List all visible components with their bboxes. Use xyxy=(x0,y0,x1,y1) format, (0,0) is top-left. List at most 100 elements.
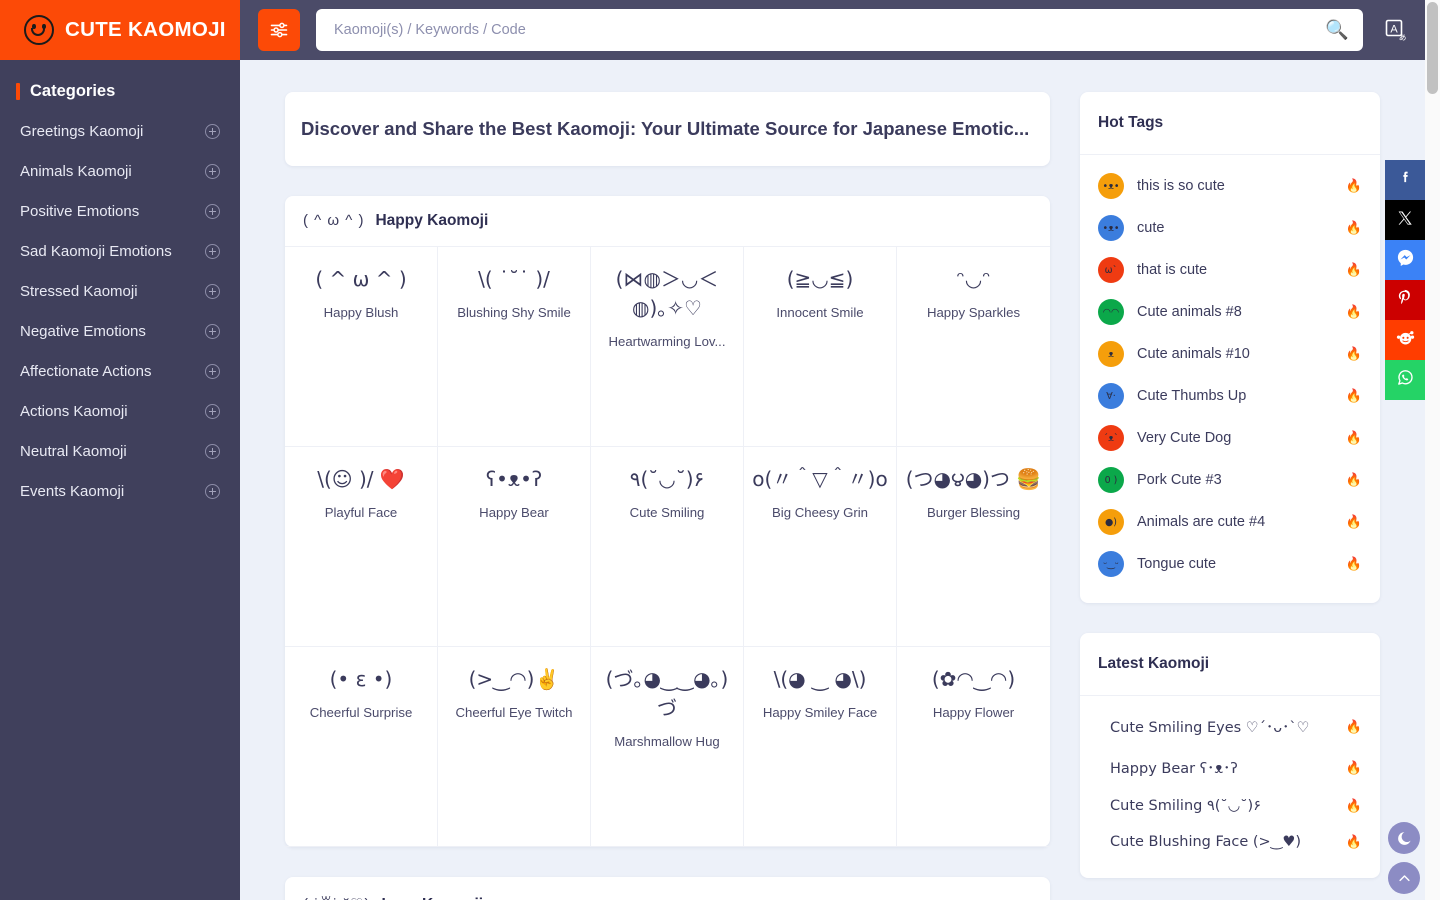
sidebar-item-events-kaomoji[interactable]: Events Kaomoji xyxy=(0,471,240,511)
sidebar-item-neutral-kaomoji[interactable]: Neutral Kaomoji xyxy=(0,431,240,471)
kaomoji-face: ( ^ ω ^ ) xyxy=(315,267,407,292)
share-x-twitter-button[interactable] xyxy=(1385,200,1425,240)
hot-tag-item[interactable]: ´ᴥ` Very Cute Dog 🔥 xyxy=(1080,417,1380,459)
social-share-rail xyxy=(1385,160,1425,400)
hot-tag-item[interactable]: 0 ) Pork Cute #3 🔥 xyxy=(1080,459,1380,501)
plus-circle-icon[interactable] xyxy=(205,163,220,179)
plus-circle-icon[interactable] xyxy=(205,403,220,419)
sidebar-item-negative-emotions[interactable]: Negative Emotions xyxy=(0,311,240,351)
fire-emoji: 🔥 xyxy=(1345,178,1362,193)
kaomoji-cell[interactable]: \( ˙˘˙ )/ Blushing Shy Smile xyxy=(438,247,591,448)
facebook-icon xyxy=(1397,169,1414,191)
kaomoji-cell[interactable]: (• ε •) Cheerful Surprise xyxy=(285,647,438,848)
share-messenger-button[interactable] xyxy=(1385,240,1425,280)
hot-tag-item[interactable]: ●) Animals are cute #4 🔥 xyxy=(1080,501,1380,543)
hot-tag-item[interactable]: ◠◠ Cute animals #8 🔥 xyxy=(1080,291,1380,333)
plus-circle-icon[interactable] xyxy=(205,363,220,379)
kaomoji-face: \( ˙˘˙ )/ xyxy=(478,267,550,292)
kaomoji-cell[interactable]: \(◕ ‿ ◕\) Happy Smiley Face xyxy=(744,647,897,848)
kaomoji-cell[interactable]: (⋈◍＞◡＜◍)｡✧♡ Heartwarming Lov... xyxy=(591,247,744,448)
hot-tag-label: Pork Cute #3 xyxy=(1137,472,1222,488)
svg-text:ぁ: ぁ xyxy=(1398,33,1407,42)
fire-emoji: 🔥 xyxy=(1345,798,1362,813)
tag-avatar-icon: •ᴥ• xyxy=(1098,173,1124,199)
fire-emoji: 🔥 xyxy=(1345,472,1362,487)
scrollbar-thumb[interactable] xyxy=(1427,2,1438,94)
latest-kaomoji-item[interactable]: Cute Smiling Eyes ♡´･ᴗ･`♡ 🔥 xyxy=(1080,706,1380,747)
fire-emoji: 🔥 xyxy=(1345,514,1362,529)
hot-tag-label: cute xyxy=(1137,220,1165,236)
reddit-icon xyxy=(1396,328,1415,352)
kaomoji-cell[interactable]: \(☺ )/ ❤️ Playful Face xyxy=(285,447,438,648)
magnifying-glass-icon[interactable]: 🔍 xyxy=(1321,21,1353,40)
hot-tag-item[interactable]: ᵕ‿ᵕ Tongue cute 🔥 xyxy=(1080,543,1380,585)
sidebar-item-sad-kaomoji-emotions[interactable]: Sad Kaomoji Emotions xyxy=(0,231,240,271)
kaomoji-cell[interactable]: (>‿◠)✌️ Cheerful Eye Twitch xyxy=(438,647,591,848)
kaomoji-label: Cheerful Eye Twitch xyxy=(455,705,573,721)
language-button[interactable]: A ぁ xyxy=(1379,13,1413,47)
latest-kaomoji-item[interactable]: Cute Smiling ٩(˘◡˘)۶ 🔥 xyxy=(1080,788,1380,824)
kaomoji-cell[interactable]: ᵔ◡ᵔ Happy Sparkles xyxy=(897,247,1050,448)
share-whatsapp-button[interactable] xyxy=(1385,360,1425,400)
sidebar-item-stressed-kaomoji[interactable]: Stressed Kaomoji xyxy=(0,271,240,311)
kaomoji-cell[interactable]: o(〃＾▽＾〃)o Big Cheesy Grin xyxy=(744,447,897,648)
plus-circle-icon[interactable] xyxy=(205,203,220,219)
kaomoji-cell[interactable]: (つ◕౪◕)つ 🍔 Burger Blessing xyxy=(897,447,1050,648)
plus-circle-icon[interactable] xyxy=(205,443,220,459)
kaomoji-label: Playful Face xyxy=(324,505,398,521)
sidebar-title: Categories xyxy=(30,82,116,100)
hot-tag-item[interactable]: •ᴥ• cute 🔥 xyxy=(1080,207,1380,249)
share-reddit-button[interactable] xyxy=(1385,320,1425,360)
search-input[interactable] xyxy=(334,22,1322,38)
sidebar-item-affectionate-actions[interactable]: Affectionate Actions xyxy=(0,351,240,391)
hot-tags-title: Hot Tags xyxy=(1080,92,1380,155)
kaomoji-face: (⋈◍＞◡＜◍)｡✧♡ xyxy=(615,267,719,321)
kaomoji-label: Happy Flower xyxy=(932,705,1015,721)
sidebar-item-label: Stressed Kaomoji xyxy=(20,282,138,300)
brand-logo[interactable]: CUTE KAOMOJI xyxy=(0,0,240,60)
scroll-to-top-button[interactable] xyxy=(1388,862,1420,894)
latest-kaomoji-item[interactable]: Happy Bear ʕ･ᴥ･ʔ 🔥 xyxy=(1080,747,1380,788)
hot-tag-item[interactable]: ∀· Cute Thumbs Up 🔥 xyxy=(1080,375,1380,417)
search-bar[interactable]: 🔍 xyxy=(316,9,1363,51)
dark-mode-toggle[interactable] xyxy=(1388,822,1420,854)
plus-circle-icon[interactable] xyxy=(205,243,220,259)
kaomoji-face: \(◕ ‿ ◕\) xyxy=(773,667,867,692)
share-facebook-button[interactable] xyxy=(1385,160,1425,200)
tag-avatar-icon: 0 ) xyxy=(1098,467,1124,493)
smiley-face-icon xyxy=(24,15,54,45)
kaomoji-cell[interactable]: (✿◠‿◠) Happy Flower xyxy=(897,647,1050,848)
kaomoji-cell[interactable]: (づ｡◕‿‿◕｡)づ Marshmallow Hug xyxy=(591,647,744,848)
share-pinterest-button[interactable] xyxy=(1385,280,1425,320)
whatsapp-icon xyxy=(1396,368,1415,392)
sidebar-category-list: Greetings Kaomoji Animals Kaomoji Positive… xyxy=(0,111,240,511)
sidebar-item-animals-kaomoji[interactable]: Animals Kaomoji xyxy=(0,151,240,191)
plus-circle-icon[interactable] xyxy=(205,323,220,339)
plus-circle-icon[interactable] xyxy=(205,483,220,499)
tag-avatar-icon: ◠◠ xyxy=(1098,299,1124,325)
kaomoji-cell[interactable]: ʕ•ᴥ•ʔ Happy Bear xyxy=(438,447,591,648)
hot-tag-label: Cute animals #8 xyxy=(1137,304,1242,320)
sidebar-item-actions-kaomoji[interactable]: Actions Kaomoji xyxy=(0,391,240,431)
kaomoji-cell[interactable]: (≧◡≦) Innocent Smile xyxy=(744,247,897,448)
hero-banner: Discover and Share the Best Kaomoji: You… xyxy=(285,92,1050,167)
fire-emoji: 🔥 xyxy=(1345,759,1362,775)
hot-tag-item[interactable]: ωˋ that is cute 🔥 xyxy=(1080,249,1380,291)
latest-kaomoji-list: Cute Smiling Eyes ♡´･ᴗ･`♡ 🔥 Happy Bear ʕ･ᴥ… xyxy=(1080,696,1380,878)
page-scrollbar[interactable] xyxy=(1425,0,1440,900)
hot-tag-label: that is cute xyxy=(1137,262,1208,278)
top-bar-right: 🔍 A ぁ xyxy=(240,0,1425,60)
plus-circle-icon[interactable] xyxy=(205,123,220,139)
sidebar-item-label: Greetings Kaomoji xyxy=(20,122,144,140)
kaomoji-label: Cheerful Surprise xyxy=(309,705,413,721)
sidebar-item-greetings-kaomoji[interactable]: Greetings Kaomoji xyxy=(0,111,240,151)
filter-button[interactable] xyxy=(258,9,300,51)
hot-tag-item[interactable]: ᴥ Cute animals #10 🔥 xyxy=(1080,333,1380,375)
latest-kaomoji-item[interactable]: Cute Blushing Face (>‿♥) 🔥 xyxy=(1080,824,1380,860)
plus-circle-icon[interactable] xyxy=(205,283,220,299)
sidebar-item-label: Sad Kaomoji Emotions xyxy=(20,242,172,260)
hot-tag-item[interactable]: •ᴥ• this is so cute 🔥 xyxy=(1080,165,1380,207)
kaomoji-cell[interactable]: ( ^ ω ^ ) Happy Blush xyxy=(285,247,438,448)
sidebar-item-positive-emotions[interactable]: Positive Emotions xyxy=(0,191,240,231)
kaomoji-cell[interactable]: ٩(˘◡˘)۶ Cute Smiling xyxy=(591,447,744,648)
